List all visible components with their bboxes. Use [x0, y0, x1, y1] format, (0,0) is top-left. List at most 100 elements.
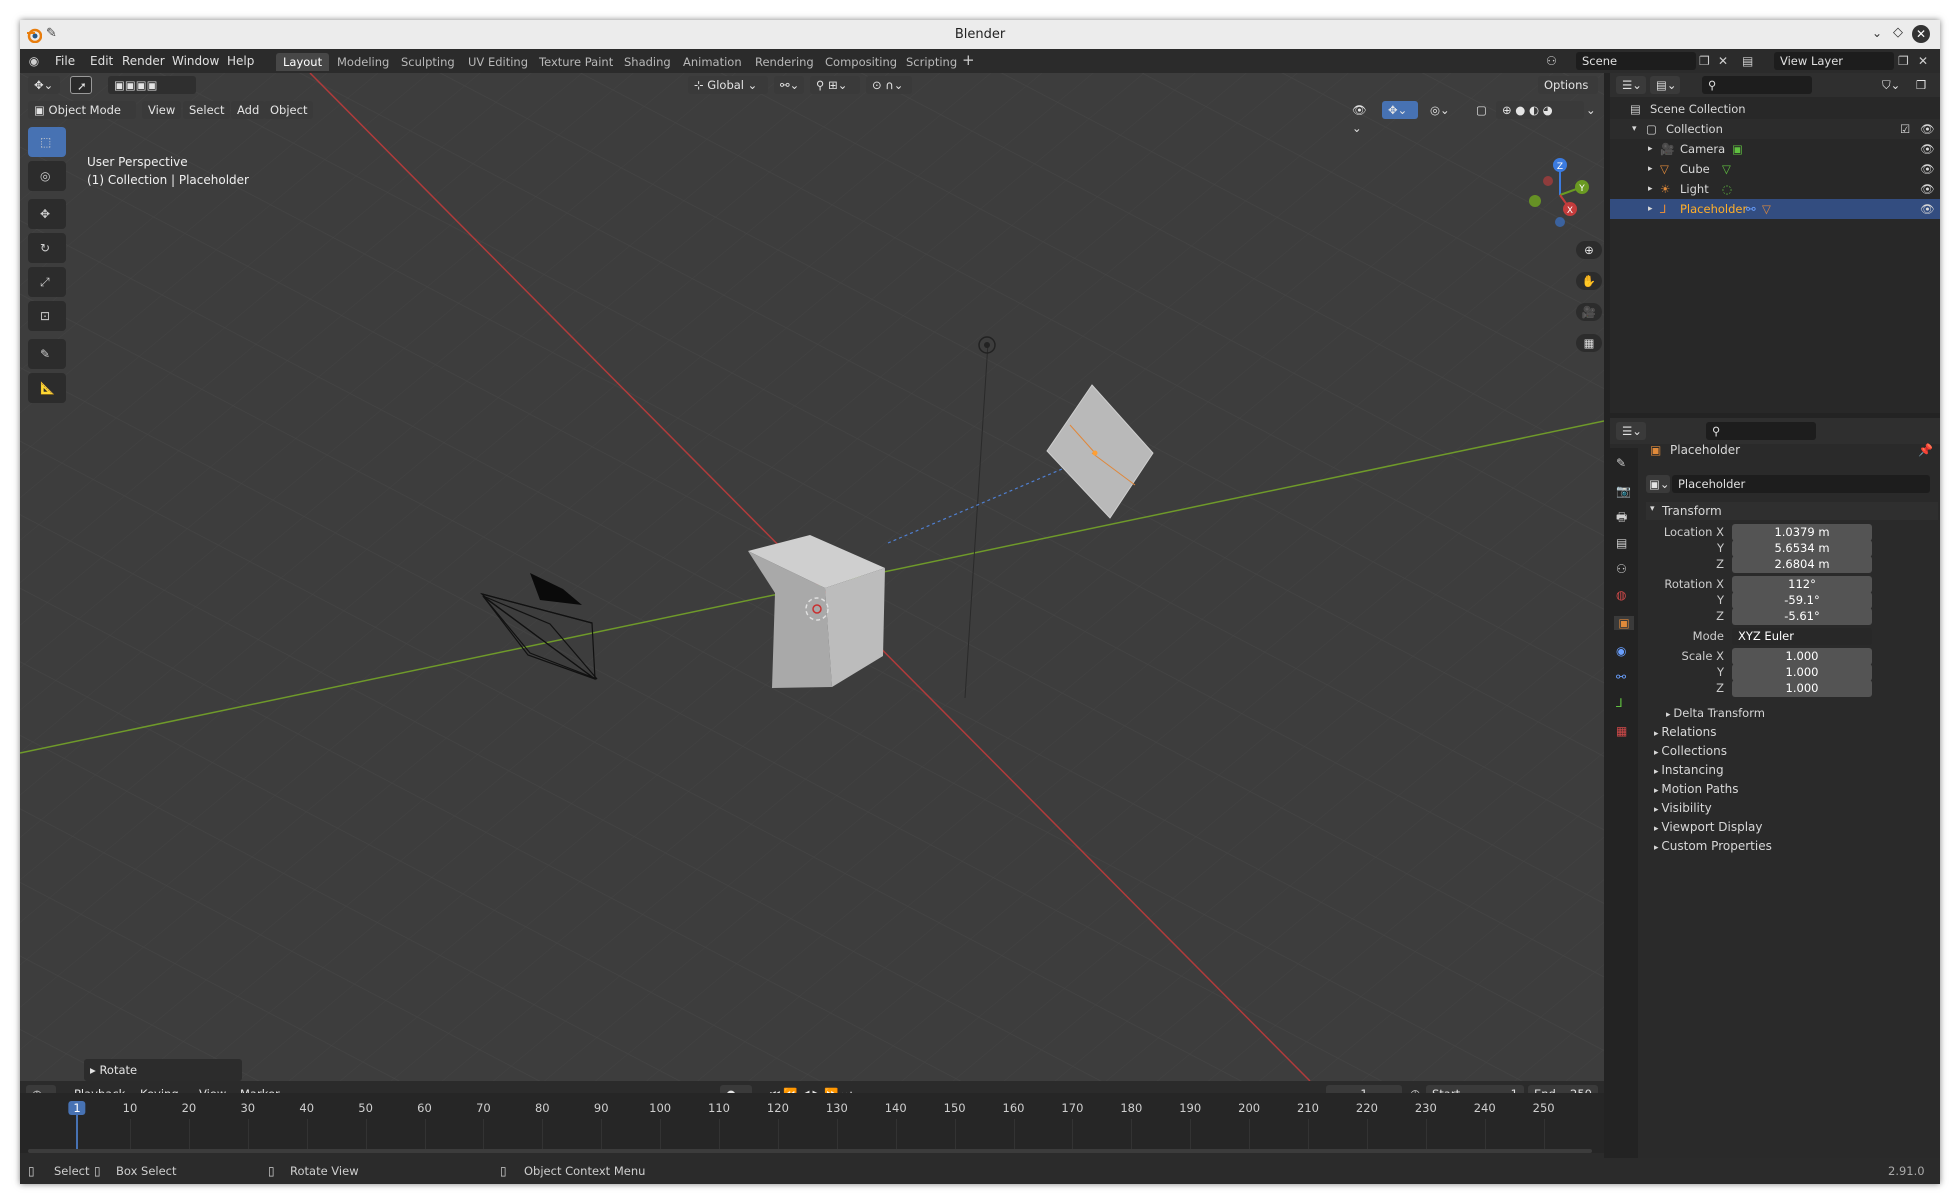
menu-file[interactable]: File — [55, 54, 75, 68]
cursor-tool[interactable]: ◎ — [28, 161, 66, 191]
eye-icon[interactable]: 👁 — [1920, 199, 1935, 219]
camera-view-icon[interactable]: 🎥 — [1576, 303, 1602, 321]
view-layer-icon[interactable]: ▤ — [1742, 54, 1753, 68]
view-layer-field[interactable]: View Layer — [1774, 52, 1894, 70]
tab-rendering[interactable]: Rendering — [748, 53, 821, 71]
3d-viewport[interactable]: ✥⌄ ➚ ▣▣▣▣ ⊹ Global ⌄ ⚯⌄ ⚲ ⊞⌄ ⊙ ∩⌄ Option… — [20, 73, 1604, 1081]
location-z-field[interactable]: 2.6804 m — [1732, 556, 1872, 573]
outliner-item-camera[interactable]: ▸ 🎥 Camera ▣ 👁 — [1610, 139, 1940, 159]
outliner-item-cube[interactable]: ▸ ▽ Cube ▽ 👁 — [1610, 159, 1940, 179]
delete-view-layer-icon[interactable]: ✕ — [1918, 54, 1928, 68]
eye-icon[interactable]: 👁 — [1920, 119, 1935, 139]
select-box-tool[interactable]: ⬚ — [28, 127, 66, 157]
scene-icon[interactable]: ⚇ — [1546, 54, 1557, 68]
visibility-icon[interactable]: 👁⌄ — [1346, 101, 1376, 135]
menu-help[interactable]: Help — [227, 54, 254, 68]
tab-texture-paint[interactable]: Texture Paint — [532, 53, 620, 71]
ortho-grid-icon[interactable]: ▦ — [1576, 334, 1602, 352]
eye-icon[interactable]: 👁 — [1920, 159, 1935, 179]
object-browse-icon[interactable]: ▣⌄ — [1646, 475, 1670, 493]
scale-tool[interactable]: ⤢ — [28, 267, 66, 297]
tool-tab-icon[interactable]: ✎ — [1616, 456, 1626, 470]
panel-custom-properties[interactable]: ▸ Custom Properties — [1654, 839, 1772, 853]
transform-panel-header[interactable]: ▾ Transform — [1646, 502, 1938, 520]
collection-row[interactable]: ▾ ▢ Collection ☑ 👁 — [1610, 119, 1940, 139]
scene-field[interactable]: Scene — [1576, 52, 1696, 70]
add-workspace-icon[interactable]: + — [962, 53, 975, 68]
render-tab-icon[interactable]: 📷 — [1616, 484, 1631, 498]
menu-window[interactable]: Window — [172, 54, 219, 68]
tab-layout[interactable]: Layout — [276, 53, 330, 71]
checkbox-icon[interactable]: ☑ — [1900, 119, 1910, 139]
mode-dropdown[interactable]: ▣ Object Mode ⌄ — [28, 101, 136, 135]
proportional-edit-icon[interactable]: ⊙ ∩⌄ — [866, 76, 912, 94]
editor-type-icon[interactable]: ✥⌄ — [28, 76, 60, 94]
rotation-z-field[interactable]: -5.61° — [1732, 608, 1872, 625]
shading-dropdown-icon[interactable]: ⌄ — [1586, 101, 1602, 119]
location-y-field[interactable]: 5.6534 m — [1732, 540, 1872, 557]
xray-icon[interactable]: ▢ — [1470, 101, 1490, 119]
last-operator-panel[interactable]: ▸ Rotate — [84, 1059, 242, 1081]
viewport-menu-object[interactable]: Object — [264, 101, 314, 119]
filter-icon[interactable]: ⛉⌄ — [1876, 76, 1906, 94]
viewport-menu-view[interactable]: View — [142, 101, 182, 119]
new-scene-icon[interactable]: ❐ — [1699, 54, 1710, 68]
panel-instancing[interactable]: ▸ Instancing — [1654, 763, 1724, 777]
snap-icon[interactable]: ⚲ ⊞⌄ — [810, 76, 860, 94]
menu-edit[interactable]: Edit — [90, 54, 113, 68]
scale-y-field[interactable]: 1.000 — [1732, 664, 1872, 681]
blender-menu-icon[interactable]: ◉ — [26, 54, 42, 68]
texture-tab-icon[interactable]: ▦ — [1616, 724, 1627, 738]
scale-x-field[interactable]: 1.000 — [1732, 648, 1872, 665]
eye-icon[interactable]: 👁 — [1920, 179, 1935, 199]
tab-sculpting[interactable]: Sculpting — [394, 53, 462, 71]
viewport-menu-add[interactable]: Add — [231, 101, 266, 119]
shading-mode-icons[interactable]: ⊕ ● ◐ ◕ — [1496, 101, 1584, 119]
tab-animation[interactable]: Animation — [676, 53, 749, 71]
tab-uv-editing[interactable]: UV Editing — [461, 53, 535, 71]
scale-z-field[interactable]: 1.000 — [1732, 680, 1872, 697]
delta-transform-row[interactable]: ▸ Delta Transform — [1666, 706, 1765, 720]
display-mode-icon[interactable]: ▤⌄ — [1650, 76, 1680, 94]
panel-viewport-display[interactable]: ▸ Viewport Display — [1654, 820, 1763, 834]
outliner-search[interactable]: ⚲ — [1702, 76, 1812, 94]
new-collection-icon[interactable]: ❐ — [1910, 76, 1932, 94]
location-x-field[interactable]: 1.0379 m — [1732, 524, 1872, 541]
data-tab-icon[interactable]: ⅃ — [1616, 696, 1623, 710]
transform-tool[interactable]: ⊡ — [28, 301, 66, 331]
outliner-editor-icon[interactable]: ☰⌄ — [1616, 76, 1646, 94]
properties-search[interactable]: ⚲ — [1706, 422, 1816, 440]
gizmo-toggle-icon[interactable]: ✥⌄ — [1382, 101, 1418, 119]
output-tab-icon[interactable]: 🖶 — [1616, 510, 1627, 524]
timeline-scrollbar[interactable] — [28, 1149, 1592, 1153]
pivot-icon[interactable]: ⚯⌄ — [774, 76, 804, 94]
options-button[interactable]: Options ⌄ — [1538, 76, 1598, 110]
rotation-mode-dropdown[interactable]: XYZ Euler — [1732, 628, 1872, 645]
outliner-item-light[interactable]: ▸ ☀ Light ◌ 👁 — [1610, 179, 1940, 199]
outliner-item-placeholder[interactable]: ▸ ⅃ Placeholder ⚯ ▽ 👁 — [1610, 199, 1940, 219]
select-tool-icon[interactable]: ➚ — [70, 76, 92, 94]
tab-shading[interactable]: Shading — [617, 53, 678, 71]
transform-orientation-dropdown[interactable]: ⊹ Global ⌄ — [688, 76, 768, 94]
panel-collections[interactable]: ▸ Collections — [1654, 744, 1727, 758]
panel-motion-paths[interactable]: ▸ Motion Paths — [1654, 782, 1739, 796]
maximize-icon[interactable]: ◇ — [1893, 25, 1903, 40]
selection-mode-icons[interactable]: ▣▣▣▣ — [108, 76, 196, 94]
tab-modeling[interactable]: Modeling — [330, 53, 396, 71]
delete-scene-icon[interactable]: ✕ — [1718, 54, 1728, 68]
panel-relations[interactable]: ▸ Relations — [1654, 725, 1717, 739]
rotate-tool[interactable]: ↻ — [28, 233, 66, 263]
zoom-icon[interactable]: ⊕ — [1576, 241, 1602, 259]
panel-visibility[interactable]: ▸ Visibility — [1654, 801, 1712, 815]
pan-hand-icon[interactable]: ✋ — [1576, 272, 1602, 290]
measure-tool[interactable]: 📐 — [28, 373, 66, 403]
close-icon[interactable]: ✕ — [1912, 25, 1930, 43]
properties-editor-icon[interactable]: ☰⌄ — [1616, 422, 1646, 440]
tab-compositing[interactable]: Compositing — [818, 53, 904, 71]
viewport-menu-select[interactable]: Select — [183, 101, 231, 119]
menu-render[interactable]: Render — [122, 54, 165, 68]
new-view-layer-icon[interactable]: ❐ — [1898, 54, 1909, 68]
rotation-y-field[interactable]: -59.1° — [1732, 592, 1872, 609]
timeline-ruler[interactable]: 1 10 20 30 40 50 60 70 80 90 100 110 120 130 140 150 160… — [20, 1093, 1604, 1153]
move-tool[interactable]: ✥ — [28, 199, 66, 229]
